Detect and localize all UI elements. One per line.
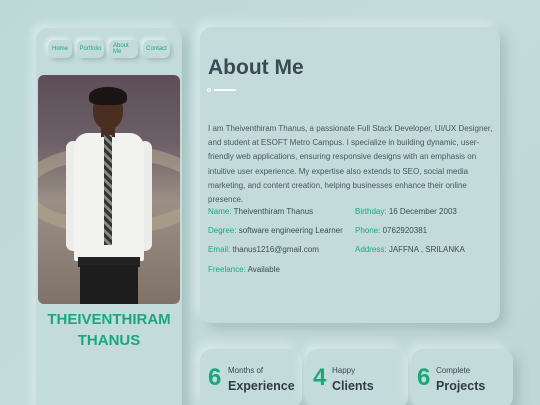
stat-clients-small: Happy bbox=[332, 366, 356, 375]
info-name-key: Name: bbox=[208, 207, 232, 216]
stat-projects-small: Complete bbox=[436, 366, 471, 375]
stat-projects-label: Projects bbox=[436, 379, 486, 393]
info-phone-key: Phone: bbox=[355, 226, 381, 235]
stat-experience-number: 6 bbox=[208, 364, 222, 391]
profile-name: THEIVENTHIRAM THANUS bbox=[38, 309, 180, 351]
nav-portfolio-button[interactable]: Portfolio bbox=[77, 40, 104, 58]
nav-bar: Home Portfolio About Me Contact bbox=[48, 40, 170, 58]
title-underline bbox=[214, 89, 236, 91]
info-degree-key: Degree: bbox=[208, 226, 237, 235]
about-description: I am Theiventhiram Thanus, a passionate … bbox=[208, 124, 493, 205]
stat-projects-number: 6 bbox=[417, 364, 431, 391]
profile-name-line1: THEIVENTHIRAM bbox=[47, 311, 171, 328]
info-freelance-value: Available bbox=[247, 265, 280, 274]
stat-clients-label: Clients bbox=[332, 379, 374, 393]
info-email: Email: thanus1216@gmail.com bbox=[208, 245, 319, 254]
info-freelance: Freelance: Available bbox=[208, 265, 280, 274]
info-address-key: Address: bbox=[355, 245, 387, 254]
title-underline-dot bbox=[207, 88, 211, 92]
stat-experience-small: Months of bbox=[228, 366, 264, 375]
profile-photo bbox=[38, 75, 180, 304]
info-birthday-key: Birthday: bbox=[355, 207, 387, 216]
info-freelance-key: Freelance: bbox=[208, 265, 246, 274]
stat-clients-number: 4 bbox=[313, 364, 327, 391]
nav-contact-button[interactable]: Contact bbox=[143, 40, 170, 58]
info-name: Name: Theiventhiram Thanus bbox=[208, 207, 313, 216]
info-address: Address: JAFFNA , SRILANKA bbox=[355, 245, 465, 254]
profile-name-line2: THANUS bbox=[77, 332, 141, 349]
info-phone: Phone: 0762920381 bbox=[355, 226, 427, 235]
info-birthday-value: 16 December 2003 bbox=[388, 207, 457, 216]
info-degree-value: software engineering Learner bbox=[238, 226, 343, 235]
nav-about-button[interactable]: About Me bbox=[109, 40, 138, 58]
info-birthday: Birthday: 16 December 2003 bbox=[355, 207, 457, 216]
info-address-value: JAFFNA , SRILANKA bbox=[388, 245, 465, 254]
info-degree: Degree: software engineering Learner bbox=[208, 226, 343, 235]
info-email-key: Email: bbox=[208, 245, 231, 254]
info-phone-value: 0762920381 bbox=[382, 226, 428, 235]
stat-experience-label: Experience bbox=[228, 379, 295, 393]
info-name-value: Theiventhiram Thanus bbox=[233, 207, 314, 216]
info-email-value[interactable]: thanus1216@gmail.com bbox=[232, 245, 318, 254]
about-title: About Me bbox=[208, 56, 304, 79]
nav-home-button[interactable]: Home bbox=[48, 40, 72, 58]
